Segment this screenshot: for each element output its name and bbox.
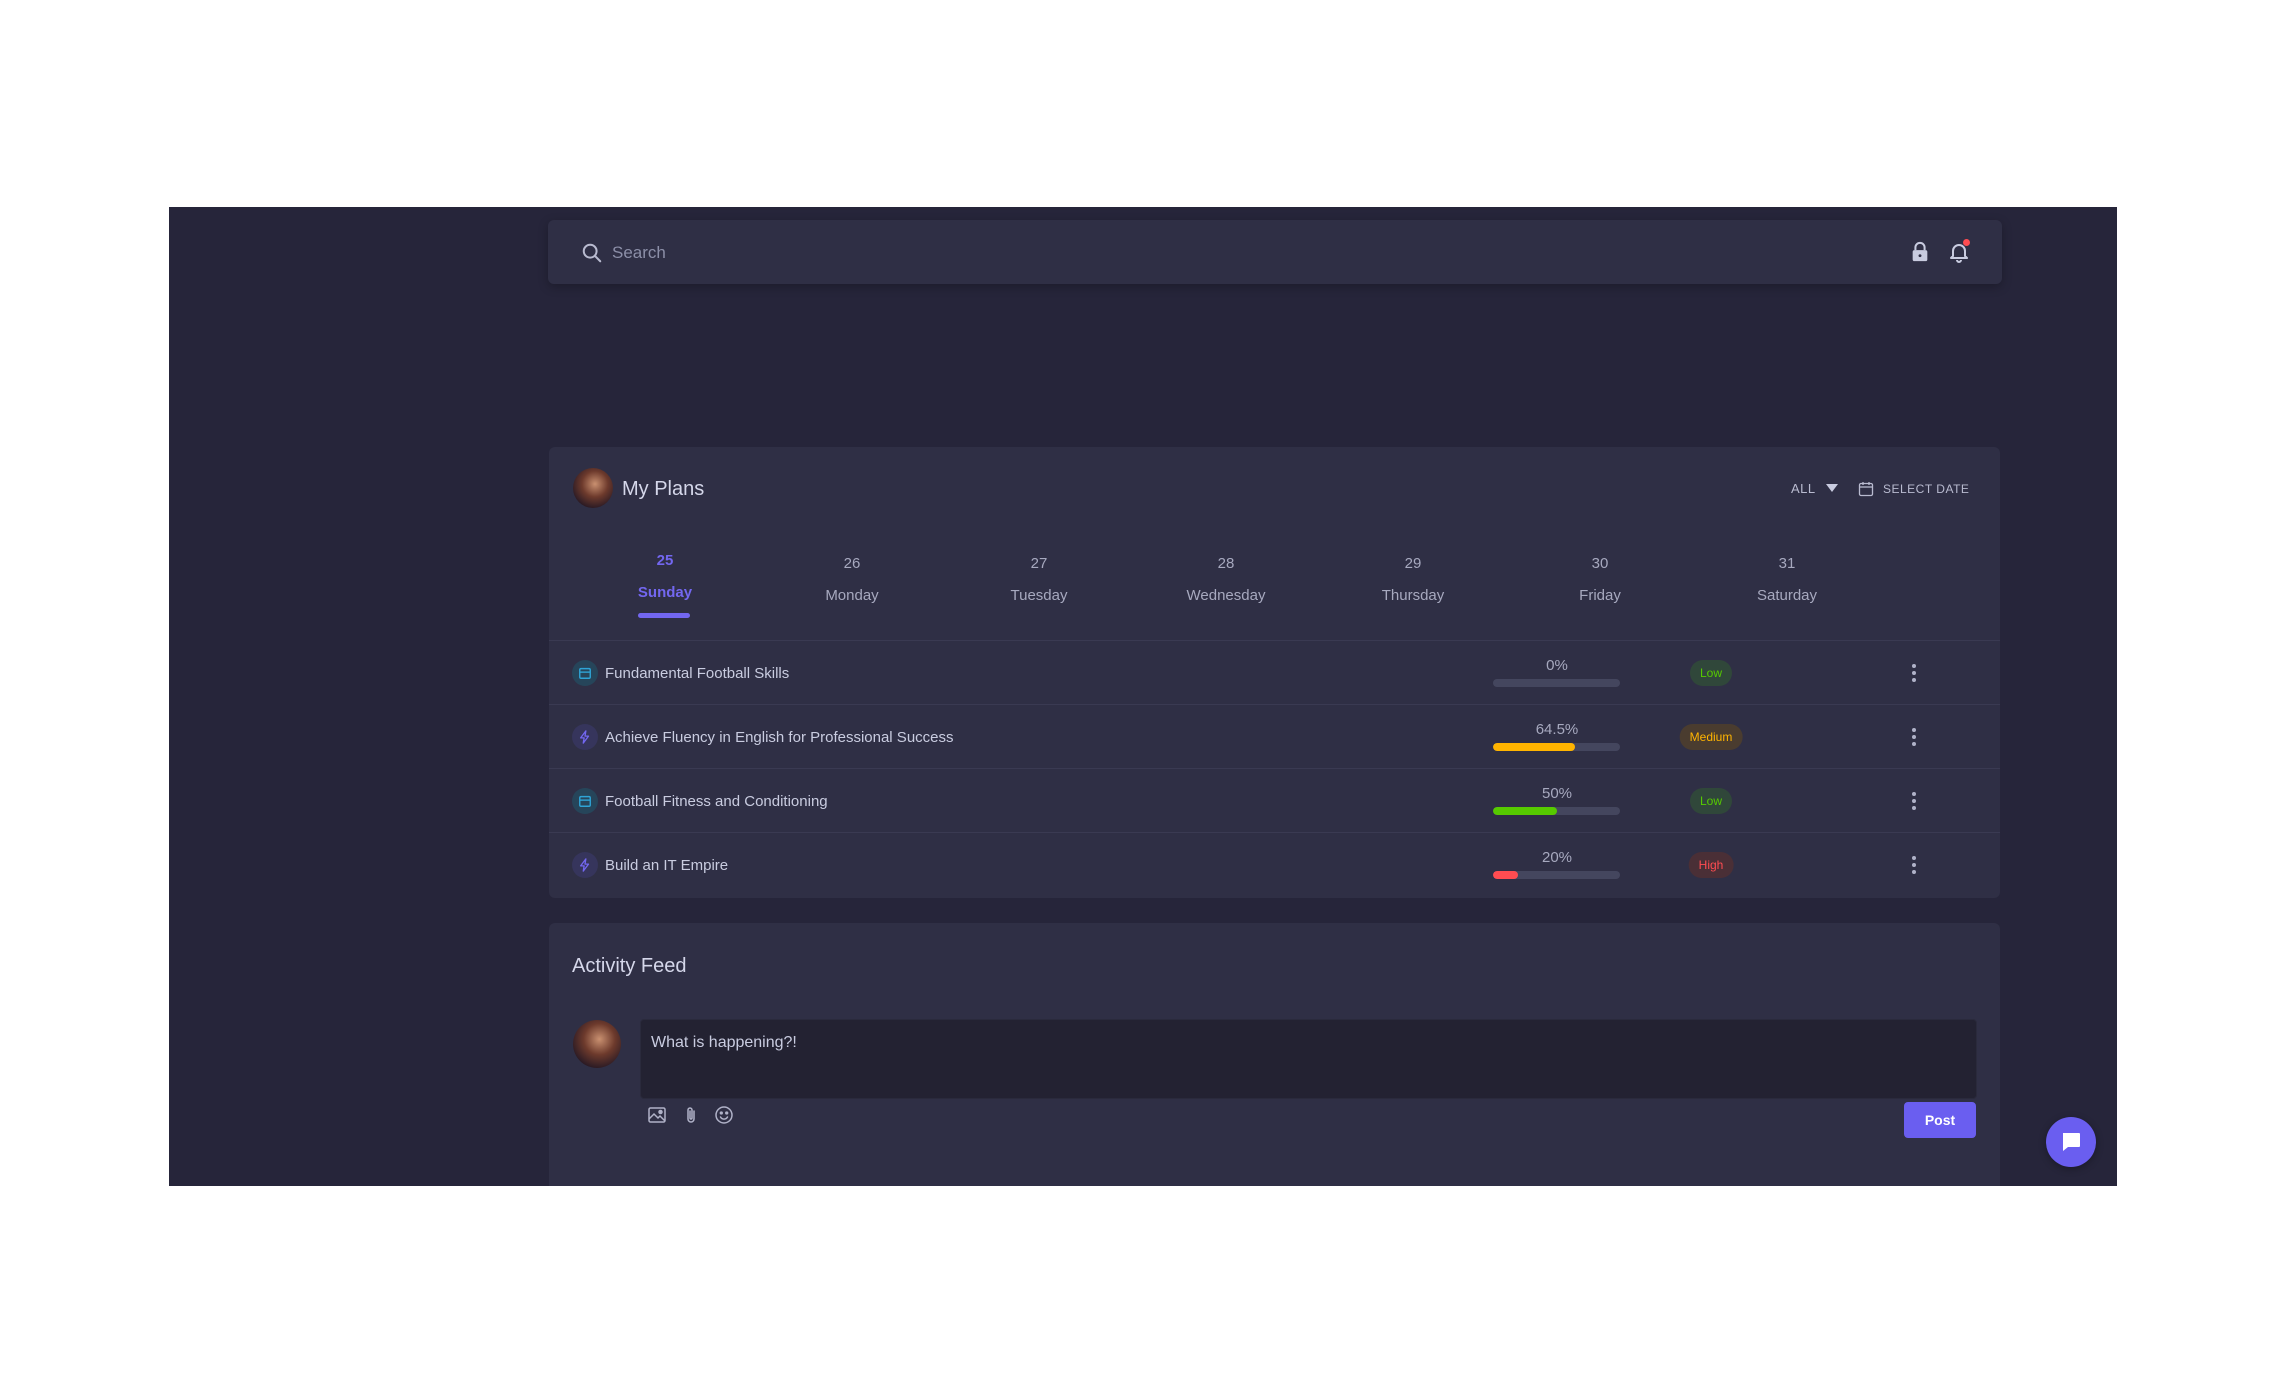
day-number: 30 — [1591, 555, 1609, 572]
activity-feed-card: Activity Feed Post — [549, 923, 2000, 1186]
avatar — [573, 1020, 621, 1068]
plan-title[interactable]: Fundamental Football Skills — [605, 665, 789, 682]
plan-row[interactable]: Build an IT Empire 20% High — [549, 832, 2000, 897]
progress-bar — [1493, 743, 1620, 751]
tab-day-26[interactable]: 26 Monday — [759, 547, 945, 619]
day-name: Wednesday — [1186, 587, 1266, 604]
progress-label: 20% — [1541, 849, 1573, 866]
progress-fill — [1493, 807, 1557, 815]
plan-title[interactable]: Achieve Fluency in English for Professio… — [605, 729, 954, 746]
select-date-button[interactable]: SELECT DATE — [1883, 482, 1969, 496]
bolt-icon — [572, 852, 598, 878]
post-button[interactable]: Post — [1904, 1102, 1976, 1138]
progress-bar — [1493, 807, 1620, 815]
day-number: 26 — [843, 555, 861, 572]
bolt-icon — [572, 724, 598, 750]
progress-bar — [1493, 871, 1620, 879]
day-number: 25 — [656, 552, 674, 569]
progress-bar — [1493, 679, 1620, 687]
more-options-icon[interactable] — [1909, 660, 1919, 686]
day-name: Tuesday — [1010, 587, 1068, 604]
card-title: Activity Feed — [572, 955, 687, 977]
avatar — [573, 468, 613, 508]
progress-label: 0% — [1546, 657, 1568, 674]
progress-fill — [1493, 871, 1519, 879]
plan-title[interactable]: Football Fitness and Conditioning — [605, 793, 828, 810]
more-options-icon[interactable] — [1909, 724, 1919, 750]
lock-icon[interactable] — [1909, 241, 1931, 263]
day-number: 31 — [1778, 555, 1796, 572]
tab-day-27[interactable]: 27 Tuesday — [946, 547, 1132, 619]
day-tabs: 25 Sunday 26 Monday 27 Tuesday 28 Wednes… — [572, 547, 1976, 619]
calendar-icon — [572, 788, 598, 814]
more-options-icon[interactable] — [1909, 788, 1919, 814]
tab-day-29[interactable]: 29 Thursday — [1320, 547, 1506, 619]
day-name: Thursday — [1381, 587, 1445, 604]
calendar-icon[interactable] — [1858, 481, 1874, 497]
filter-dropdown[interactable]: ALL — [1791, 481, 1816, 496]
paperclip-icon[interactable] — [681, 1105, 701, 1125]
top-navbar — [548, 220, 2002, 284]
day-name: Monday — [825, 587, 879, 604]
notification-dot — [1963, 239, 1970, 246]
search-icon[interactable] — [581, 242, 603, 264]
plan-row[interactable]: Achieve Fluency in English for Professio… — [549, 704, 2000, 769]
day-name: Sunday — [637, 584, 693, 601]
more-options-icon[interactable] — [1909, 852, 1919, 878]
plan-title[interactable]: Build an IT Empire — [605, 857, 728, 874]
tab-day-31[interactable]: 31 Saturday — [1694, 547, 1880, 619]
chat-icon — [2063, 1133, 2080, 1151]
search-input[interactable] — [610, 236, 1314, 270]
emoji-icon[interactable] — [714, 1105, 734, 1125]
my-plans-card: My Plans ALL SELECT DATE 25 Sunday 26 Mo… — [549, 447, 2000, 898]
active-tab-indicator — [638, 613, 690, 618]
day-name: Saturday — [1756, 587, 1818, 604]
progress-label: 64.5% — [1535, 721, 1579, 738]
progress-label: 50% — [1541, 785, 1573, 802]
day-number: 28 — [1217, 555, 1235, 572]
app-window: My Plans ALL SELECT DATE 25 Sunday 26 Mo… — [169, 207, 2117, 1186]
card-title: My Plans — [622, 478, 705, 500]
priority-badge: Low — [1689, 660, 1733, 686]
priority-badge: Medium — [1679, 724, 1743, 750]
priority-badge: High — [1688, 852, 1734, 878]
plan-row[interactable]: Fundamental Football Skills 0% Low — [549, 640, 2000, 705]
post-input[interactable] — [640, 1019, 1977, 1099]
image-icon[interactable] — [647, 1105, 667, 1125]
plan-row[interactable]: Football Fitness and Conditioning 50% Lo… — [549, 768, 2000, 833]
progress-fill — [1493, 743, 1575, 751]
tab-day-25[interactable]: 25 Sunday — [572, 547, 758, 619]
caret-down-icon[interactable] — [1825, 483, 1839, 493]
calendar-icon — [572, 660, 598, 686]
day-name: Friday — [1579, 587, 1621, 604]
day-number: 29 — [1404, 555, 1422, 572]
tab-day-30[interactable]: 30 Friday — [1507, 547, 1693, 619]
day-number: 27 — [1030, 555, 1048, 572]
tab-day-28[interactable]: 28 Wednesday — [1133, 547, 1319, 619]
chat-button[interactable] — [2046, 1117, 2096, 1167]
priority-badge: Low — [1689, 788, 1733, 814]
